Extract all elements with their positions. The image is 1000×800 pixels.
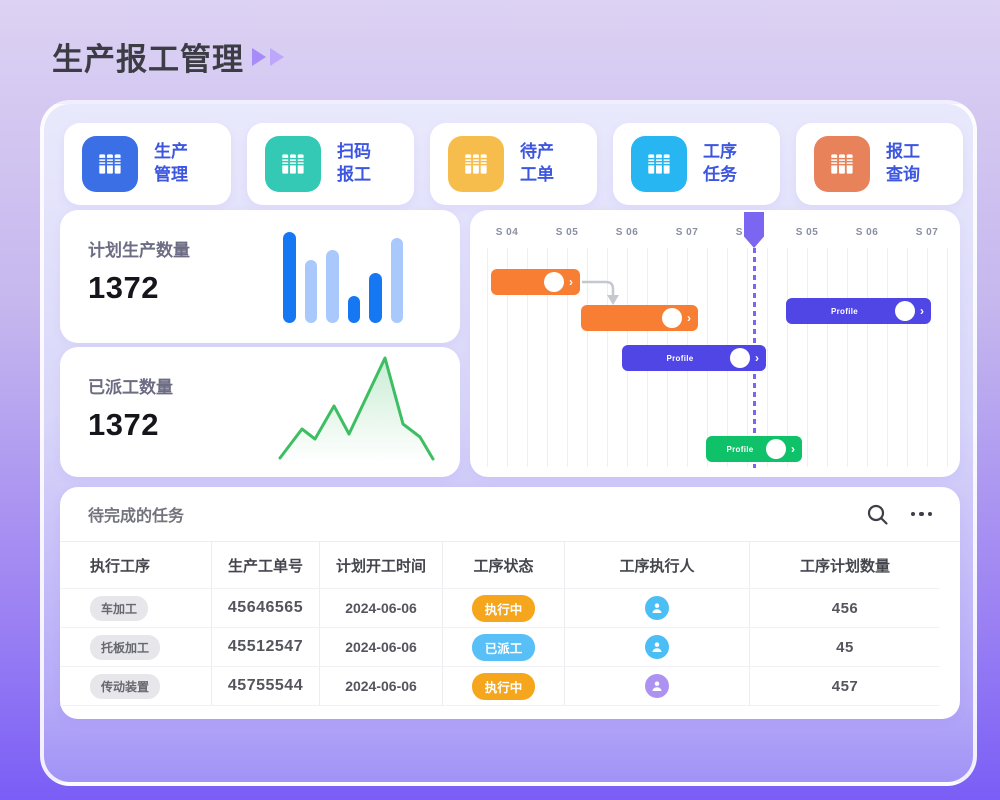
process-badge: 传动装置 (90, 674, 160, 699)
status-badge: 执行中 (472, 595, 536, 622)
nav-label-line2: 任务 (703, 164, 737, 187)
pending-tasks-panel: 待完成的任务 执行工序 生产工单号 计划开工时间 工序状态 工序执行人 工序计划… (60, 487, 960, 719)
bar (391, 238, 404, 323)
column-header: 生产工单号 (212, 542, 320, 588)
nav-button-report-query[interactable]: 报工查询 (796, 123, 963, 205)
gantt-task-bar[interactable]: › (491, 269, 580, 295)
status-badge: 已派工 (472, 634, 536, 661)
nav-label-line1: 工序 (703, 141, 737, 164)
tasks-table: 执行工序 生产工单号 计划开工时间 工序状态 工序执行人 工序计划数量 车加工 … (60, 542, 940, 706)
start-date: 2024-06-06 (320, 667, 443, 705)
forward-arrow-icon (270, 48, 284, 66)
stat-value: 1372 (88, 270, 159, 306)
bar (283, 232, 296, 323)
start-date: 2024-06-06 (320, 628, 443, 666)
nav-label-line1: 待产 (520, 141, 554, 164)
page-title: 生产报工管理 (52, 34, 244, 79)
panel-header: 待完成的任务 (60, 487, 960, 542)
nav-label-line1: 生产 (154, 141, 188, 164)
column-header: 工序执行人 (565, 542, 750, 588)
assignee-avatar (730, 348, 750, 368)
person-icon (649, 600, 665, 616)
chevron-right-icon: › (755, 352, 759, 364)
column-header: 执行工序 (60, 542, 212, 588)
table-row[interactable]: 车加工 45646565 2024-06-06 执行中 456 (60, 588, 940, 627)
stat-value: 1372 (88, 407, 159, 443)
gantt-bar-label: Profile (714, 445, 766, 454)
nav-label-line1: 扫码 (337, 141, 371, 164)
nav-label-line2: 工单 (520, 164, 554, 187)
column-header: 计划开工时间 (320, 542, 443, 588)
panel-title: 待完成的任务 (88, 502, 184, 526)
books-icon (82, 136, 138, 192)
bar (369, 273, 382, 323)
avatar (645, 635, 669, 659)
gantt-task-bar[interactable]: › (581, 305, 698, 331)
main-panel: 生产管理 扫码报工 待产工单 工序任务 报工查询 计划生产数量 1372 已派工… (40, 100, 977, 786)
books-icon (448, 136, 504, 192)
nav-label-line1: 报工 (886, 141, 920, 164)
order-number: 45646565 (212, 589, 320, 627)
forward-arrow-icon (252, 48, 266, 66)
mini-bar-chart (283, 228, 403, 323)
nav-label-line2: 管理 (154, 164, 188, 187)
chevron-right-icon: › (920, 305, 924, 317)
dispatched-quantity-card: 已派工数量 1372 (60, 347, 460, 477)
start-date: 2024-06-06 (320, 589, 443, 627)
books-icon (814, 136, 870, 192)
order-number: 45755544 (212, 667, 320, 705)
books-icon (631, 136, 687, 192)
chevron-right-icon: › (569, 276, 573, 288)
process-badge: 车加工 (90, 596, 148, 621)
process-badge: 托板加工 (90, 635, 160, 660)
assignee-avatar (544, 272, 564, 292)
planned-production-card: 计划生产数量 1372 (60, 210, 460, 343)
person-icon (649, 678, 665, 694)
nav-label-line2: 报工 (337, 164, 371, 187)
bar (305, 260, 318, 323)
person-icon (649, 639, 665, 655)
more-options-icon[interactable] (911, 512, 933, 517)
planned-quantity: 45 (750, 628, 940, 666)
gantt-task-bar[interactable]: Profile › (786, 298, 931, 324)
nav-button-pending-orders[interactable]: 待产工单 (430, 123, 597, 205)
books-icon (265, 136, 321, 192)
stat-label: 已派工数量 (88, 373, 173, 398)
table-header-row: 执行工序 生产工单号 计划开工时间 工序状态 工序执行人 工序计划数量 (60, 542, 940, 588)
assignee-avatar (766, 439, 786, 459)
avatar (645, 674, 669, 698)
page-header: 生产报工管理 (52, 34, 284, 79)
planned-quantity: 457 (750, 667, 940, 705)
mini-line-chart (278, 355, 438, 465)
planned-quantity: 456 (750, 589, 940, 627)
gantt-task-bar[interactable]: Profile › (706, 436, 802, 462)
status-badge: 执行中 (472, 673, 536, 700)
chevron-right-icon: › (687, 312, 691, 324)
assignee-avatar (895, 301, 915, 321)
gantt-bar-label: Profile (794, 307, 895, 316)
nav-button-scan-report[interactable]: 扫码报工 (247, 123, 414, 205)
order-number: 45512547 (212, 628, 320, 666)
assignee-avatar (662, 308, 682, 328)
chevron-right-icon: › (791, 443, 795, 455)
nav-button-process-tasks[interactable]: 工序任务 (613, 123, 780, 205)
stat-label: 计划生产数量 (88, 236, 190, 261)
gantt-bar-label: Profile (630, 354, 730, 363)
table-row[interactable]: 传动装置 45755544 2024-06-06 执行中 457 (60, 666, 940, 706)
bar (326, 250, 339, 323)
column-header: 工序计划数量 (750, 542, 940, 588)
bar (348, 296, 361, 323)
gantt-chart: S 04S 05S 06S 07S 04S 05S 06S 07 ››Profi… (470, 210, 960, 477)
nav-button-production-management[interactable]: 生产管理 (64, 123, 231, 205)
column-header: 工序状态 (443, 542, 565, 588)
avatar (645, 596, 669, 620)
nav-label-line2: 查询 (886, 164, 920, 187)
table-row[interactable]: 托板加工 45512547 2024-06-06 已派工 45 (60, 627, 940, 666)
gantt-task-bar[interactable]: Profile › (622, 345, 766, 371)
search-icon[interactable] (866, 503, 889, 526)
